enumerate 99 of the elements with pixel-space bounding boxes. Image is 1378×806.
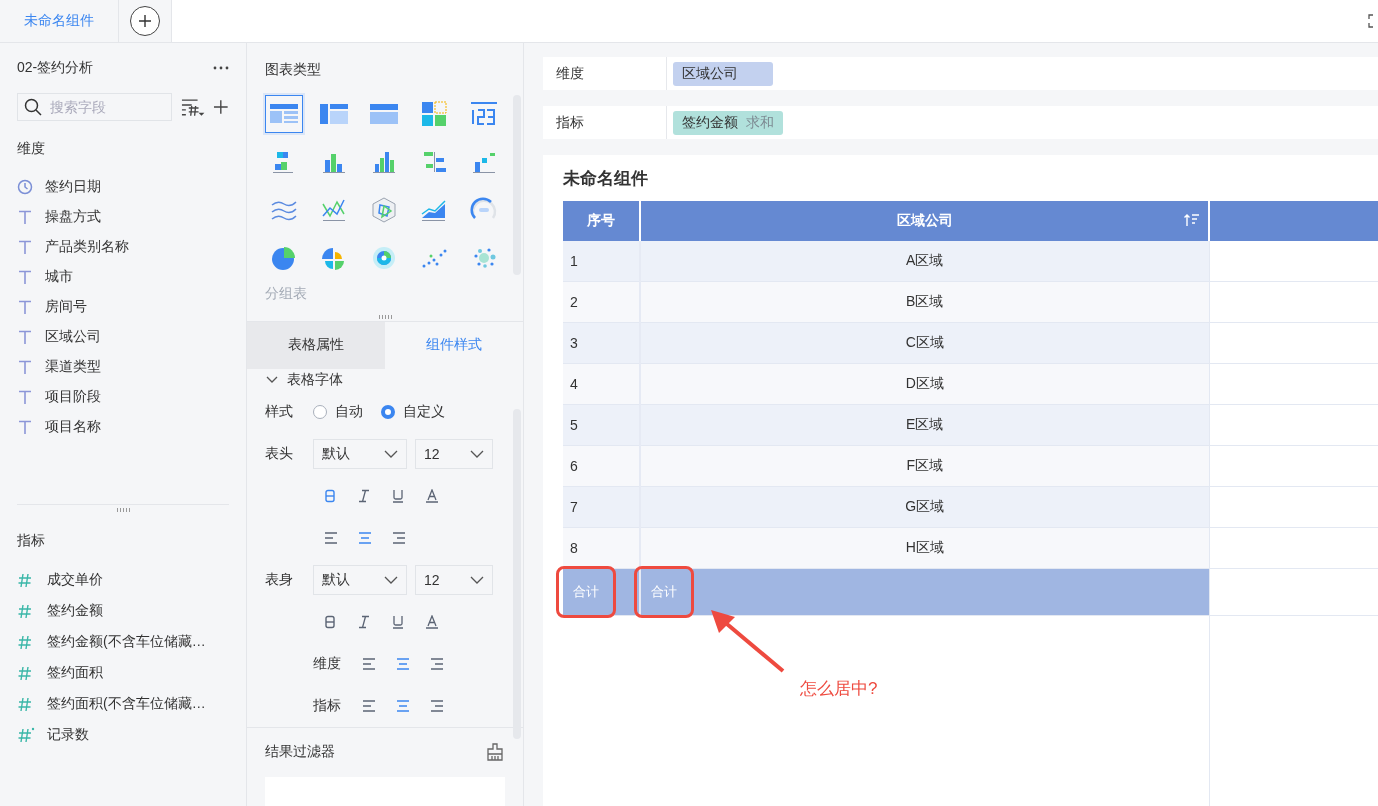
plus-icon [138,14,152,28]
search-field[interactable]: 搜索字段 [17,93,172,121]
table-cell: C区域 [905,334,944,350]
row-label: 维度 [313,654,342,673]
align-left-icon[interactable] [361,698,377,713]
text-type-icon [17,329,33,345]
brush-icon[interactable] [485,742,505,763]
chevron-down-icon [384,449,398,458]
table-cell: 2 [570,294,578,310]
field-item[interactable]: 区域公司 [17,322,229,352]
italic-button[interactable] [357,488,371,503]
field-item[interactable]: 成交单价 [17,564,229,595]
underline-button[interactable] [391,614,405,629]
row-label: 指标 [313,696,342,715]
annotation-text: 怎么居中? [800,678,878,700]
section-header[interactable]: 表格字体 [265,368,505,391]
field-item[interactable]: 签约日期 [17,172,229,202]
bold-button[interactable] [323,614,337,629]
table-cell: F区域 [906,457,944,473]
section-title: 结果过滤器 [265,743,335,762]
style-radio[interactable]: 自动 [313,402,363,421]
field-pill[interactable]: 区域公司 [673,61,773,86]
align-right-icon[interactable] [429,656,445,671]
align-right-icon[interactable] [391,530,407,545]
table-cell: 7 [570,499,578,515]
chevron-down-icon [470,449,484,458]
table-cell: 8 [570,540,578,556]
chart-type-label: 分组表 [265,285,308,303]
add-tab-button[interactable] [130,6,160,36]
size-select[interactable]: 12 [415,438,493,469]
text-type-icon [17,389,33,405]
settings-tab[interactable]: 表格属性 [247,321,385,369]
text-type-icon [17,239,33,255]
chevron-down-icon [384,575,398,584]
align-center-icon[interactable] [395,698,411,713]
table-cell: G区域 [905,498,945,514]
font-color-button[interactable] [425,614,439,629]
underline-button[interactable] [391,488,405,503]
highlighted-total-cell: 合计 [559,569,613,615]
chevron-down-icon [470,575,484,584]
shelf-label: 指标 [543,106,667,139]
clock-icon [17,179,33,195]
align-left-icon[interactable] [323,530,339,545]
align-center-icon[interactable] [357,530,373,545]
sort-icon[interactable] [1184,213,1200,227]
table-cell: E区域 [906,416,944,432]
size-select[interactable]: 12 [415,564,493,595]
font-select[interactable]: 默认 [313,438,407,469]
field-item[interactable]: 渠道类型 [17,352,229,382]
field-item[interactable]: 项目名称 [17,412,229,442]
style-label: 样式 [265,402,294,421]
field-item[interactable]: 签约金额 [17,595,229,626]
table-cell: 3 [570,335,578,351]
more-icon[interactable] [213,66,229,70]
text-type-icon [17,359,33,375]
align-right-icon[interactable] [429,698,445,713]
field-item[interactable]: 签约面积(不含车位储藏… [17,688,229,719]
panel-title: 图表类型 [265,60,322,79]
table-cell: D区域 [905,375,944,391]
field-item[interactable]: 签约金额(不含车位储藏… [17,626,229,657]
field-item[interactable]: 签约面积 [17,657,229,688]
field-item[interactable]: 城市 [17,262,229,292]
bold-button[interactable] [323,488,337,503]
text-type-icon [17,269,33,285]
table-cell: 1 [570,253,578,269]
table-cell: 4 [570,376,578,392]
row-label: 表头 [265,444,294,463]
field-item[interactable]: 项目阶段 [17,382,229,412]
section-title: 维度 [17,140,46,158]
font-select[interactable]: 默认 [313,564,407,595]
section-title: 指标 [17,532,46,550]
font-color-button[interactable] [425,488,439,503]
table-cell: H区域 [905,539,944,555]
table-cell: 5 [570,417,578,433]
field-item[interactable]: 产品类别名称 [17,232,229,262]
table-chart-icon[interactable] [265,95,303,133]
chevron-down-icon [265,374,279,385]
add-icon[interactable] [213,99,229,115]
text-type-icon [17,209,33,225]
italic-button[interactable] [357,614,371,629]
text-type-icon [17,299,33,315]
field-item[interactable]: 操盘方式 [17,202,229,232]
row-label: 表身 [265,570,294,589]
highlighted-total-cell: 合计 [637,569,691,615]
align-left-icon[interactable] [361,656,377,671]
table-cell: B区域 [906,293,944,309]
table-cell: 6 [570,458,578,474]
field-item[interactable]: 记录数 [17,719,229,750]
hash-star-icon [17,726,35,743]
field-sort-icon[interactable] [180,97,206,117]
shelf-label: 维度 [543,57,667,90]
text-type-icon [17,419,33,435]
field-pill[interactable]: 签约金额 求和 [673,110,783,135]
dataset-title: 02-签约分析 [17,59,94,77]
align-center-icon[interactable] [395,656,411,671]
style-radio[interactable]: 自定义 [381,402,445,421]
table-cell: A区域 [906,252,944,268]
field-item[interactable]: 房间号 [17,292,229,322]
component-title: 未命名组件 [563,167,649,190]
